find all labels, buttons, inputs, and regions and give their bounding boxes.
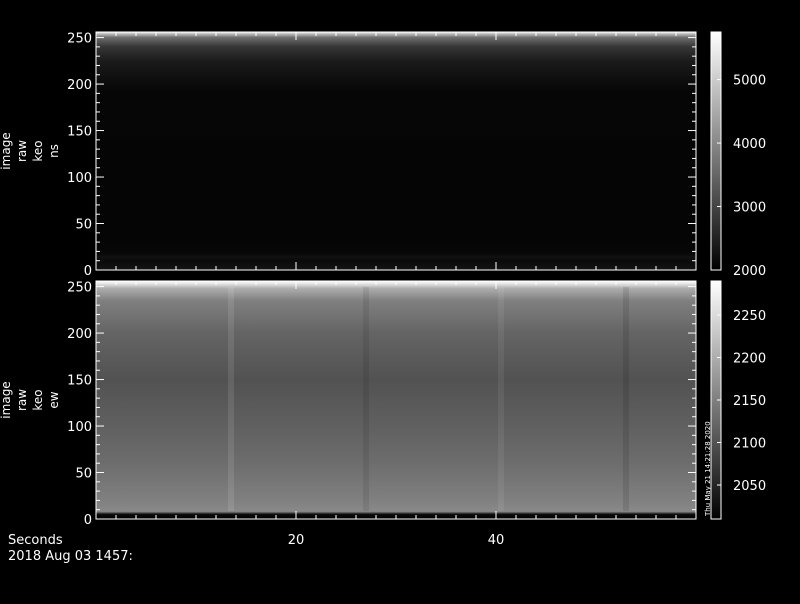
colorbar-tick-label: 2000 (733, 264, 766, 279)
y-tick-label: 250 (67, 32, 92, 47)
y-axis-label-line-1: raw (15, 140, 29, 162)
y-axis-label-line-2: keo (31, 389, 45, 410)
keogram-figure: 0 50 100 150 200 250 image raw keo ns 2000 3000 4000… (0, 0, 800, 600)
side-timestamp: Thu May 21 14:21:28 2020 (704, 421, 712, 517)
heatmap-image-top (96, 32, 696, 270)
colorbar-tick-label: 2150 (733, 394, 766, 409)
heatmap-streak (623, 287, 629, 511)
colorbar-tick-label: 2200 (733, 352, 766, 367)
colorbar-tick-label: 2050 (733, 479, 766, 494)
colorbar-tick-label: 3000 (733, 201, 766, 216)
y-tick-label: 0 (84, 264, 92, 279)
y-tick-label: 50 (75, 218, 92, 233)
heatmap-streak (498, 287, 504, 511)
y-axis-label-line-3: ew (47, 391, 61, 408)
y-axis-label-line-0: image (0, 132, 13, 169)
heatmap-streak (228, 287, 234, 511)
y-tick-label: 200 (67, 78, 92, 93)
y-tick-label: 0 (84, 513, 92, 528)
x-axis-label: Seconds (8, 533, 63, 548)
panel-bottom: 0 50 100 150 200 250 20 40 image raw keo ew 2050 2100… (0, 280, 766, 548)
x-tick-label: 40 (488, 533, 505, 548)
y-tick-label: 100 (67, 171, 92, 186)
heatmap-streak (363, 287, 369, 511)
y-tick-label: 50 (75, 467, 92, 482)
heatmap-image-bottom (96, 281, 696, 519)
y-axis-label-line-3: ns (47, 144, 61, 158)
y-tick-label: 150 (67, 374, 92, 389)
x-tick-label: 20 (288, 533, 305, 548)
y-tick-label: 150 (67, 125, 92, 140)
panel-top: 0 50 100 150 200 250 image raw keo ns 2000 3000 4000… (0, 31, 766, 279)
date-label: 2018 Aug 03 1457: (8, 549, 133, 564)
keogram-svg: 050100150200250image raw keo ns200030004000… (0, 31, 766, 564)
colorbar-top (710, 31, 722, 271)
colorbar-tick-label: 2100 (733, 437, 766, 452)
colorbar-tick-label: 2250 (733, 309, 766, 324)
y-axis-label-line-1: raw (15, 389, 29, 411)
y-axis-label-line-2: keo (31, 140, 45, 161)
y-tick-label: 100 (67, 420, 92, 435)
colorbar-tick-label: 4000 (733, 137, 766, 152)
y-tick-label: 250 (67, 281, 92, 296)
y-tick-label: 200 (67, 327, 92, 342)
y-axis-label-line-0: image (0, 381, 13, 418)
colorbar-tick-label: 5000 (733, 74, 766, 89)
